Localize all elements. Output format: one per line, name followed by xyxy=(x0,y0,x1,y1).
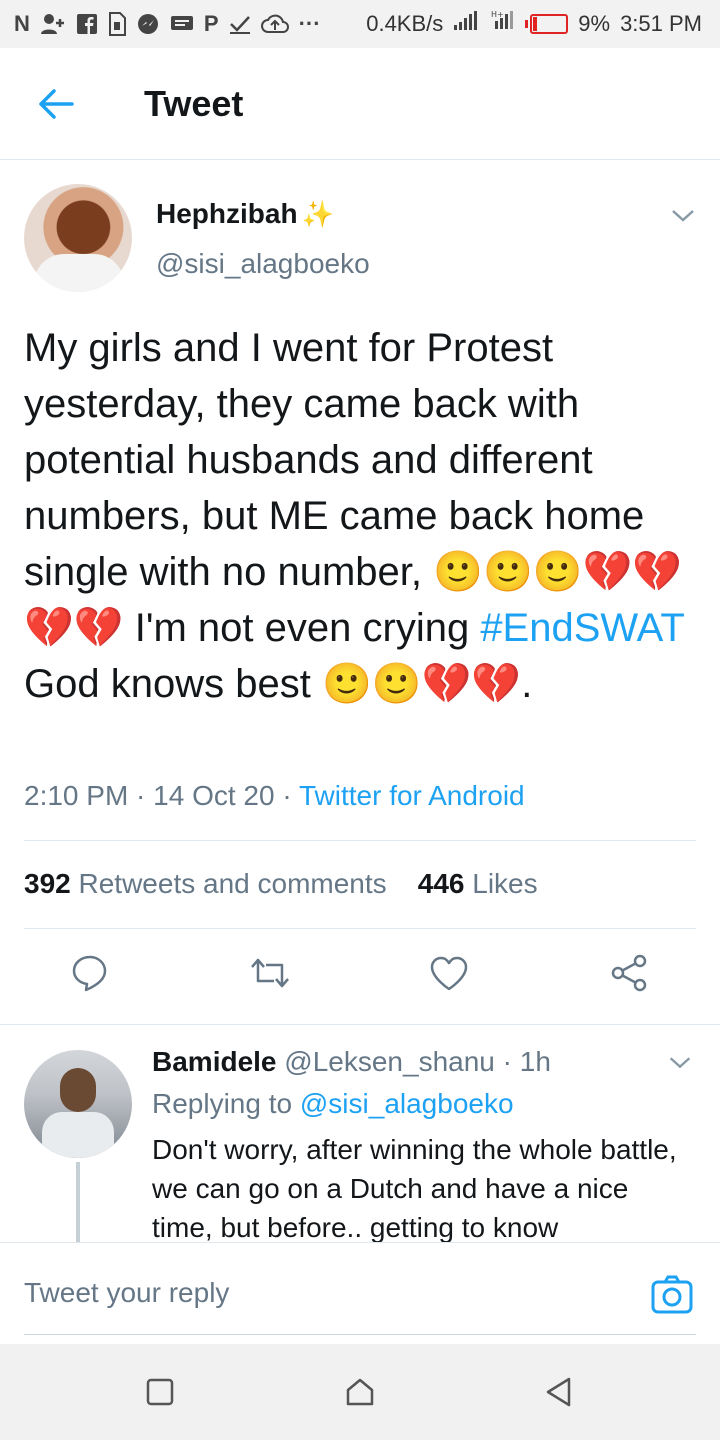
page-title: Tweet xyxy=(144,82,244,124)
hashtag-link[interactable]: #EndSWAT xyxy=(480,606,684,650)
reply-header: Bamidele @Leksen_shanu · 1h xyxy=(152,1046,551,1078)
retweets-stat[interactable]: 392 Retweets and comments xyxy=(24,868,387,899)
author-avatar[interactable] xyxy=(24,184,132,292)
net-speed: 0.4KB/s xyxy=(366,11,444,36)
smile-emoji: 🙂 xyxy=(532,550,583,594)
share-icon xyxy=(611,954,647,992)
tweet-menu-button[interactable] xyxy=(668,200,698,230)
tweet-text-part2: I'm not even crying xyxy=(123,606,481,650)
smile-emoji: 🙂 xyxy=(371,662,422,706)
share-button[interactable] xyxy=(606,950,652,996)
tweet-stats: 392 Retweets and comments 446 Likes xyxy=(24,868,538,900)
message-icon xyxy=(170,14,194,34)
camera-button[interactable] xyxy=(650,1273,694,1317)
divider xyxy=(24,928,696,929)
tweet-actions xyxy=(0,950,720,1010)
chevron-down-icon xyxy=(672,210,694,222)
reply-avatar[interactable] xyxy=(24,1050,132,1158)
likes-label: Likes xyxy=(472,868,538,899)
retweets-count: 392 xyxy=(24,868,71,899)
battery-icon xyxy=(525,14,569,34)
reply-input-underline xyxy=(24,1334,696,1335)
tweet-text-part4: . xyxy=(521,662,533,706)
author-name-row[interactable]: Hephzibah ✨ xyxy=(156,198,334,230)
tweet-source-link[interactable]: Twitter for Android xyxy=(299,780,525,811)
back-button[interactable] xyxy=(28,76,84,132)
sim-card-icon xyxy=(108,12,126,36)
square-icon xyxy=(146,1378,174,1406)
back-arrow-icon xyxy=(39,88,74,119)
tweet-time: 2:10 PM xyxy=(24,780,129,811)
check-icon xyxy=(229,14,251,34)
thread-line xyxy=(76,1162,80,1242)
replying-to: Replying to @sisi_alagboeko xyxy=(152,1088,514,1120)
broken-heart-emoji: 💔 xyxy=(421,662,472,706)
smile-emoji: 🙂 xyxy=(321,662,372,706)
facebook-icon xyxy=(76,13,98,35)
retweet-button[interactable] xyxy=(247,950,293,996)
reply-text: Don't worry, after winning the whole bat… xyxy=(152,1134,677,1242)
retweet-icon xyxy=(251,958,289,988)
status-icons-left: N P ··· xyxy=(14,11,321,37)
smile-emoji: 🙂 xyxy=(433,550,483,594)
likes-stat[interactable]: 446 Likes xyxy=(418,868,538,899)
smile-emoji: 🙂 xyxy=(482,550,533,594)
status-bar: N P ··· 0.4KB/s H+ 9% 3:51 PM xyxy=(0,0,720,48)
status-icons-right: 0.4KB/s H+ 9% 3:51 PM xyxy=(366,9,702,39)
reply-author-name[interactable]: Bamidele xyxy=(152,1046,277,1077)
recents-button[interactable] xyxy=(142,1374,178,1410)
more-icon: ··· xyxy=(298,11,321,36)
reply-composer: Tweet your reply xyxy=(0,1242,720,1345)
home-button[interactable] xyxy=(342,1374,378,1410)
messenger-icon xyxy=(136,12,160,36)
signal-icon xyxy=(453,11,479,37)
p-app-icon: P xyxy=(203,11,219,36)
broken-heart-emoji: 💔 xyxy=(24,606,74,650)
cloud-upload-icon xyxy=(260,13,289,35)
status-time: 3:51 PM xyxy=(620,11,702,36)
reply-button[interactable] xyxy=(67,950,113,996)
user-plus-icon xyxy=(40,13,66,35)
system-nav-bar xyxy=(0,1344,720,1440)
broken-heart-emoji: 💔 xyxy=(73,606,124,650)
meta-separator: · xyxy=(494,1046,520,1077)
triangle-back-icon xyxy=(546,1377,571,1407)
tweet-text-part3: God knows best xyxy=(24,662,322,706)
tweet-meta: 2:10 PM · 14 Oct 20 · Twitter for Androi… xyxy=(24,780,525,812)
meta-separator: · xyxy=(128,780,154,811)
reply-input[interactable]: Tweet your reply xyxy=(24,1277,229,1309)
like-button[interactable] xyxy=(426,950,472,996)
divider xyxy=(24,840,696,841)
tweet-date: 14 Oct 20 xyxy=(153,780,275,811)
meta-separator: · xyxy=(274,780,299,811)
comment-icon xyxy=(72,955,107,992)
author-name: Hephzibah xyxy=(156,198,298,229)
broken-heart-emoji: 💔 xyxy=(632,550,683,594)
reply-menu-button[interactable] xyxy=(666,1048,694,1076)
replying-mention-link[interactable]: @sisi_alagboeko xyxy=(300,1088,514,1119)
broken-heart-emoji: 💔 xyxy=(471,662,522,706)
back-nav-button[interactable] xyxy=(540,1374,576,1410)
likes-count: 446 xyxy=(417,868,465,899)
top-bar: Tweet xyxy=(0,48,720,160)
reply-tweet[interactable]: Bamidele @Leksen_shanu · 1h Replying to … xyxy=(0,1026,720,1242)
divider xyxy=(0,1024,720,1025)
n-notification-icon: N xyxy=(14,11,30,36)
signal-2-icon: H+ xyxy=(489,9,515,39)
author-handle[interactable]: @sisi_alagboeko xyxy=(156,248,370,280)
reply-age: 1h xyxy=(519,1046,551,1077)
heart-icon xyxy=(430,956,468,991)
camera-icon xyxy=(651,1275,693,1314)
reply-author-handle[interactable]: @Leksen_shanu xyxy=(284,1046,495,1077)
sparkles-emoji: ✨ xyxy=(301,199,334,229)
battery-percent: 9% xyxy=(578,11,611,36)
retweets-label: Retweets and comments xyxy=(78,868,387,899)
chevron-down-icon xyxy=(669,1057,691,1069)
broken-heart-emoji: 💔 xyxy=(582,550,633,594)
svg-text:H+: H+ xyxy=(491,10,504,19)
home-icon xyxy=(346,1378,374,1406)
tweet-text: My girls and I went for Protest yesterda… xyxy=(24,320,704,712)
replying-label: Replying to xyxy=(152,1088,293,1119)
